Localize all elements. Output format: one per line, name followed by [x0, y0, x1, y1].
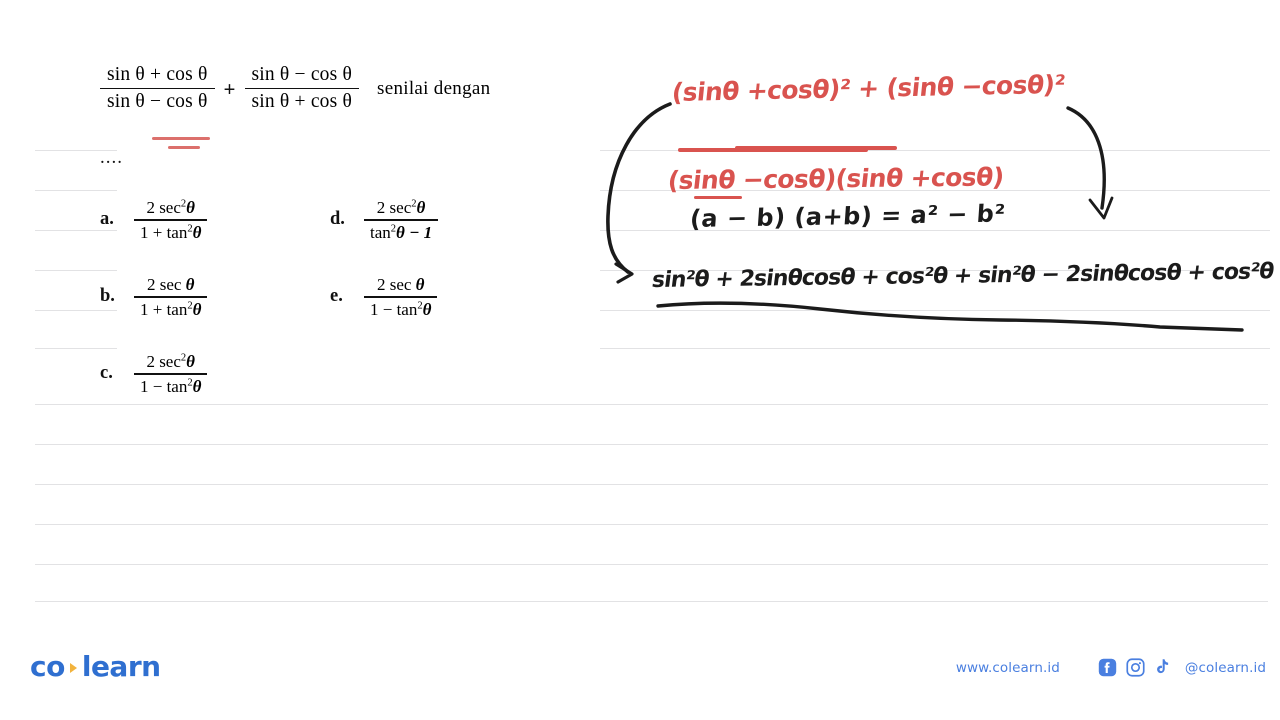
- colearn-logo: co learn: [30, 650, 161, 683]
- footer-links: www.colearn.id @colearn.id: [956, 658, 1266, 677]
- handwritten-identity-note: (a − b) (a+b) = a² − b²: [689, 199, 1007, 234]
- option-a-denominator: 1 + tan2θ: [140, 222, 202, 242]
- option-a-numerator: 2 sec2θ: [146, 198, 195, 217]
- option-c-fraction: 2 sec2θ 1 − tan2θ: [134, 350, 208, 398]
- footer-handle[interactable]: @colearn.id: [1185, 660, 1266, 676]
- option-c-denominator: 1 − tan2θ: [140, 376, 202, 396]
- instagram-icon[interactable]: [1126, 658, 1145, 677]
- social-icons: [1098, 658, 1171, 677]
- option-b[interactable]: b. 2 sec θ 1 + tan2θ: [100, 273, 208, 321]
- handwritten-red-underline: [694, 196, 742, 200]
- handwritten-fraction-bar-2: [735, 146, 897, 150]
- fraction-1: sin θ + cos θ sin θ − cos θ: [100, 62, 215, 115]
- left-curved-arrow-icon: [606, 102, 672, 284]
- logo-triangle-icon: [69, 662, 77, 673]
- option-b-letter: b.: [100, 286, 115, 307]
- fraction-2: sin θ − cos θ sin θ + cos θ: [244, 62, 360, 115]
- option-a-letter: a.: [100, 209, 114, 230]
- option-d-fraction: 2 sec2θ tan2θ − 1: [364, 196, 439, 244]
- option-d-numerator: 2 sec2θ: [376, 198, 426, 217]
- logo-text-co: co: [30, 650, 65, 683]
- handwritten-denominator: (sinθ −cosθ)(sinθ +cosθ): [666, 162, 1006, 196]
- option-a[interactable]: a. 2 sec2θ 1 + tan2θ: [100, 196, 208, 244]
- red-underline-printed-1: [152, 137, 210, 140]
- option-e-letter: e.: [330, 286, 343, 307]
- answer-blank: ....: [100, 147, 123, 168]
- facebook-icon[interactable]: [1098, 658, 1117, 677]
- option-c[interactable]: c. 2 sec2θ 1 − tan2θ: [100, 350, 208, 398]
- option-e-numerator: 2 sec θ: [376, 275, 425, 294]
- footer-website[interactable]: www.colearn.id: [956, 660, 1060, 676]
- option-e[interactable]: e. 2 sec θ 1 − tan2θ: [330, 273, 438, 321]
- fraction-1-numerator: sin θ + cos θ: [107, 64, 208, 85]
- plus-operator: +: [223, 77, 236, 102]
- page-footer: co learn www.colearn.id @colearn.id: [0, 634, 1280, 720]
- option-a-fraction: 2 sec2θ 1 + tan2θ: [134, 196, 208, 244]
- option-c-numerator: 2 sec2θ: [146, 352, 195, 371]
- option-e-fraction: 2 sec θ 1 − tan2θ: [364, 273, 438, 321]
- right-curved-arrow-icon: [1066, 106, 1114, 220]
- option-d-letter: d.: [330, 209, 345, 230]
- fraction-2-numerator: sin θ − cos θ: [251, 64, 353, 85]
- tiktok-icon[interactable]: [1154, 658, 1171, 677]
- option-b-numerator: 2 sec θ: [146, 275, 195, 294]
- option-e-denominator: 1 − tan2θ: [370, 299, 432, 319]
- option-d-denominator: tan2θ − 1: [370, 222, 433, 242]
- question-expression: sin θ + cos θ sin θ − cos θ + sin θ − co…: [100, 62, 490, 115]
- question-tail-text: senilai dengan: [377, 77, 491, 99]
- option-b-denominator: 1 + tan2θ: [140, 299, 202, 319]
- fraction-1-denominator: sin θ − cos θ: [107, 91, 208, 113]
- expansion-underline: [656, 301, 1244, 332]
- option-b-fraction: 2 sec θ 1 + tan2θ: [134, 273, 208, 321]
- option-c-letter: c.: [100, 363, 113, 384]
- worksheet-page: sin θ + cos θ sin θ − cos θ + sin θ − co…: [0, 0, 1280, 720]
- fraction-2-denominator: sin θ + cos θ: [251, 91, 353, 113]
- logo-text-learn: learn: [81, 650, 161, 683]
- red-underline-printed-2: [168, 146, 200, 149]
- option-d[interactable]: d. 2 sec2θ tan2θ − 1: [330, 196, 439, 244]
